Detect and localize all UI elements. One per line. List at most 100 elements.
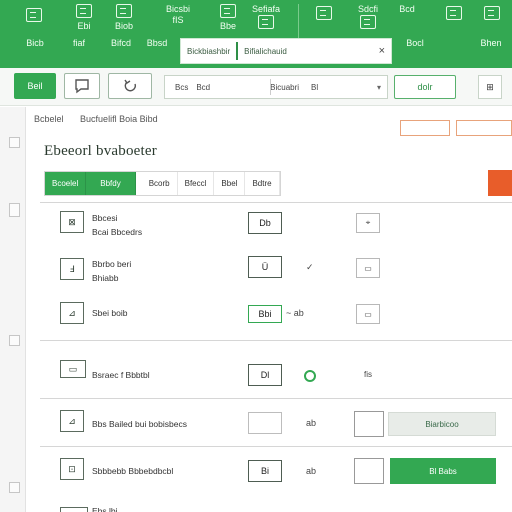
ribbon-button-10[interactable] [442,6,466,23]
status-dot-icon [304,370,316,382]
row-title-line1: Bbcesi [92,213,118,223]
row-checkbox[interactable]: ⌖ [356,213,380,233]
row-action-button[interactable]: Biarbicoo [388,412,496,436]
row-value-field[interactable]: Bi [248,460,282,482]
row-title: Ebs lbi [92,506,118,512]
divider [40,202,512,203]
ribbon-row2-item[interactable]: Bifcd [104,38,138,49]
grid-icon[interactable]: ⊞ [478,75,502,99]
breadcrumb-item[interactable]: Bcbelel [34,114,64,124]
chevron-down-icon: ▾ [376,82,381,92]
select-mid2: Bicuabri [270,82,300,92]
format-icon [258,15,274,29]
breadcrumb-item[interactable]: Bucfuelifl Boia Bibd [80,114,158,124]
spreadsheet-icon [26,8,42,22]
ribbon-row2-item[interactable]: Bocl [398,38,432,49]
row-value-field[interactable] [248,412,282,434]
row-title-line1: Bbrbo beri [92,259,132,269]
breadcrumb: Bcbelel Bucfuelifl Boia Bibd [34,114,172,124]
view-icon [316,6,332,20]
ribbon-label: Ebi [77,21,91,31]
toolbar-divider [270,79,271,95]
ribbon-button-7[interactable] [312,6,336,23]
row-marker: ab [306,466,317,476]
row-title: Sbbbebb Bbbebdbcbl [92,464,173,478]
tab-6[interactable]: Bdtre [245,172,280,195]
row-title: Bbcesi Bcai Bbcedrs [92,211,142,239]
gutter-marker[interactable] [9,137,20,148]
search-left-text: Bickbiashbir [187,46,231,56]
ribbon-label: Bbsd [146,38,168,48]
row-value-field[interactable]: Bbi [248,305,282,323]
ribbon-label: Bcd [399,4,415,14]
ribbon-label: Biob [114,21,133,31]
ribbon-label: Bicb [26,38,44,48]
row-primary-button[interactable]: Bl Babs [390,458,496,484]
select-left: Bcs [175,82,189,92]
close-icon[interactable]: × [379,45,385,57]
ribbon-row2-item[interactable]: Bbsd [142,38,172,49]
ribbon-button-5[interactable]: Bbe [214,4,242,32]
settings-icon [446,6,462,20]
orange-action-button[interactable] [488,170,512,196]
ribbon-label: Bicsbi [165,4,190,14]
row-title-line1: Bbs Bailed bui bobisbecs [92,419,187,429]
tab-4[interactable]: Bfeccl [178,172,215,195]
row-title: Bsraec f Bbbtbl [92,368,150,382]
select-right: Bl [311,82,319,92]
row-icon: Ⅎ [60,258,84,280]
divider [40,446,512,447]
toolbar-select[interactable]: Bcs Bcd Bicuabri Bl ▾ [164,75,388,99]
clipboard-icon [116,4,132,18]
ribbon-button-file[interactable] [20,8,48,25]
tab-1[interactable]: Bcoelel [45,172,87,195]
row-checkbox[interactable]: fis [356,364,380,384]
toolbar-shape-button-2[interactable] [108,73,152,99]
ribbon-label: Sdcfi [357,4,378,14]
row-checkbox[interactable]: ▭ [356,304,380,324]
tab-5[interactable]: Bbel [214,172,246,195]
ribbon-label: Bocl [406,38,424,48]
row-icon: ⊠ [60,211,84,233]
ribbon-row2-item[interactable]: Bhen [476,38,506,49]
row-value-field[interactable]: Ü [248,256,282,278]
row-value-field[interactable]: Dl [248,364,282,386]
ribbon-label: fIS [172,15,184,25]
row-icon: ⊡ [60,458,84,480]
ribbon-search[interactable]: Bickbiashbir Bifialichauid × [180,38,392,64]
row-title: Bbrbo beri Bhiabb [92,257,131,285]
ribbon-button-9[interactable]: Bcd [392,4,422,15]
row-checkbox[interactable]: ▭ [356,258,380,278]
ribbon-button-8[interactable]: Sdcfi [350,4,386,32]
ribbon-button-6[interactable]: Sefiafa [244,4,288,32]
ribbon-row2-item[interactable]: Bicb [18,38,52,49]
tab-bar: Bcoelel Bbfdy Bcorb Bfeccl Bbel Bdtre [44,171,281,196]
row-value-field[interactable]: Db [248,212,282,234]
toolbar-primary-button[interactable]: Beil [14,73,56,99]
highlight-field[interactable] [400,120,450,136]
ribbon-button-2[interactable]: Ebi [70,4,98,32]
row-title-line2: Bcai Bbcedrs [92,227,143,237]
row-checkbox[interactable] [354,411,384,437]
insert-icon [360,15,376,29]
row-icon: ▭ [60,360,86,378]
ribbon-button-4[interactable]: Bicsbi fIS [150,4,206,26]
chart-icon [220,4,236,18]
toolbar-right-button[interactable]: dolr [394,75,456,99]
tab-2[interactable]: Bbfdy [86,172,136,195]
ribbon: Ebi Biob Bicsbi fIS Bbe Sefiafa Sdcfi Bc… [0,0,512,68]
list-item: ⊡ Sbbbebb Bbbebdbcbl Bi ab Bl Babs [0,452,512,492]
tab-3[interactable]: Bcorb [142,172,178,195]
undo-icon [124,79,137,92]
highlight-field-2[interactable] [456,120,512,136]
ribbon-row2-item[interactable]: fiaf [62,38,96,49]
row-icon [60,507,88,512]
row-checkbox[interactable] [354,458,384,484]
row-marker: ab [306,418,317,428]
ribbon-label: fiaf [72,38,85,48]
divider [40,340,512,341]
ribbon-button-3[interactable]: Biob [110,4,138,32]
ribbon-button-11[interactable] [480,6,504,23]
toolbar-shape-button[interactable] [64,73,100,99]
list-item: Ⅎ Bbrbo beri Bhiabb Ü ✓ ▭ [0,252,512,292]
